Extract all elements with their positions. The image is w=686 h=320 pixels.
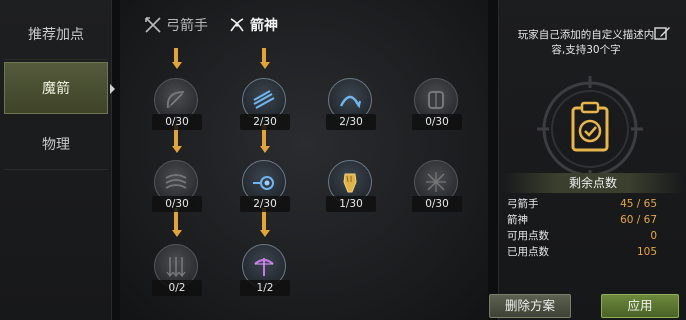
- bow-icon: [166, 91, 185, 109]
- sidebar-item-physical[interactable]: 物理: [4, 118, 108, 170]
- tab-arrow-god[interactable]: 箭神: [228, 14, 278, 36]
- skill-level: 0/30: [412, 114, 462, 130]
- shatter-icon: [426, 172, 446, 192]
- wind-streak-icon: [165, 174, 187, 189]
- skill-node[interactable]: 0/30: [152, 160, 202, 218]
- skill-level: 1/30: [326, 196, 376, 212]
- stat-value: 45 / 65: [620, 198, 657, 210]
- custom-description: 玩家自己添加的自定义描述内容,支持30个字: [517, 29, 655, 56]
- skill-level: 1/2: [240, 280, 290, 296]
- delete-plan-button[interactable]: 删除方案: [489, 294, 571, 318]
- skill-node[interactable]: 0/30: [152, 78, 202, 136]
- sidebar-item-label: 物理: [42, 136, 70, 153]
- stat-label: 可用点数: [507, 230, 549, 242]
- skill-level: 2/30: [326, 114, 376, 130]
- crossbow-icon: [254, 258, 274, 276]
- sidebar-item-label: 推荐加点: [28, 26, 84, 43]
- arrow-rain-icon: [166, 257, 186, 278]
- remaining-points-header: 剩余点数: [503, 173, 683, 193]
- stat-value: 0: [650, 230, 657, 242]
- skill-level: 2/30: [240, 114, 290, 130]
- sidebar: 推荐加点 魔箭 物理: [0, 0, 112, 320]
- crossed-arrows-icon: [145, 17, 161, 33]
- stat-value: 105: [636, 246, 657, 258]
- vortex-arrow-icon: [253, 176, 274, 190]
- edit-icon[interactable]: [653, 24, 671, 42]
- connector-arrow-icon: [260, 48, 270, 69]
- sidebar-item-recommended[interactable]: 推荐加点: [4, 8, 108, 60]
- apply-button[interactable]: 应用: [601, 294, 679, 318]
- sidebar-item-label: 魔箭: [42, 81, 70, 97]
- skill-tree-panel: 弓箭手 箭神 0/30 2/30 2/30 0/30 0/30 2/30 1/3…: [120, 0, 488, 320]
- skill-level: 0/2: [152, 280, 202, 296]
- skill-node[interactable]: 0/30: [412, 160, 462, 218]
- skill-node[interactable]: 1/30: [326, 160, 376, 218]
- skill-level: 0/30: [152, 114, 202, 130]
- armor-icon: [428, 91, 444, 109]
- skill-node[interactable]: 2/30: [326, 78, 376, 136]
- crossed-bows-icon: [230, 18, 244, 32]
- clipboard-check-emblem-icon: [537, 76, 643, 182]
- stat-value: 60 / 67: [620, 214, 657, 226]
- stat-row-arrow-god: 箭神 60 / 67: [507, 212, 657, 228]
- skill-level: 0/30: [412, 196, 462, 212]
- tab-archer[interactable]: 弓箭手: [144, 14, 208, 36]
- stat-label: 箭神: [507, 214, 528, 226]
- stat-label: 已用点数: [507, 246, 549, 258]
- skill-level: 0/30: [152, 196, 202, 212]
- arc-shot-icon: [339, 95, 361, 109]
- skill-node[interactable]: 0/2: [152, 244, 202, 302]
- stat-label: 弓箭手: [507, 198, 539, 210]
- skill-level: 2/30: [240, 196, 290, 212]
- class-tabs: 弓箭手 箭神: [144, 14, 278, 36]
- tab-label: 箭神: [250, 18, 278, 34]
- skill-node[interactable]: 0/30: [412, 78, 462, 136]
- selected-indicator-icon: [110, 84, 115, 94]
- sidebar-item-magic-arrow[interactable]: 魔箭: [4, 62, 108, 114]
- skill-node[interactable]: 1/2: [240, 244, 290, 302]
- stat-row-used: 已用点数 105: [507, 244, 657, 260]
- stat-row-available: 可用点数 0: [507, 228, 657, 244]
- tab-label: 弓箭手: [166, 18, 208, 34]
- info-panel: 玩家自己添加的自定义描述内容,支持30个字 剩余点数 弓箭手 45 / 65 箭…: [489, 0, 686, 320]
- triple-arrow-icon: [253, 90, 275, 109]
- skill-node[interactable]: 2/30: [240, 78, 290, 136]
- skill-node[interactable]: 2/30: [240, 160, 290, 218]
- stat-row-archer: 弓箭手 45 / 65: [507, 196, 657, 212]
- connector-arrow-icon: [172, 48, 182, 69]
- fist-icon: [343, 173, 357, 193]
